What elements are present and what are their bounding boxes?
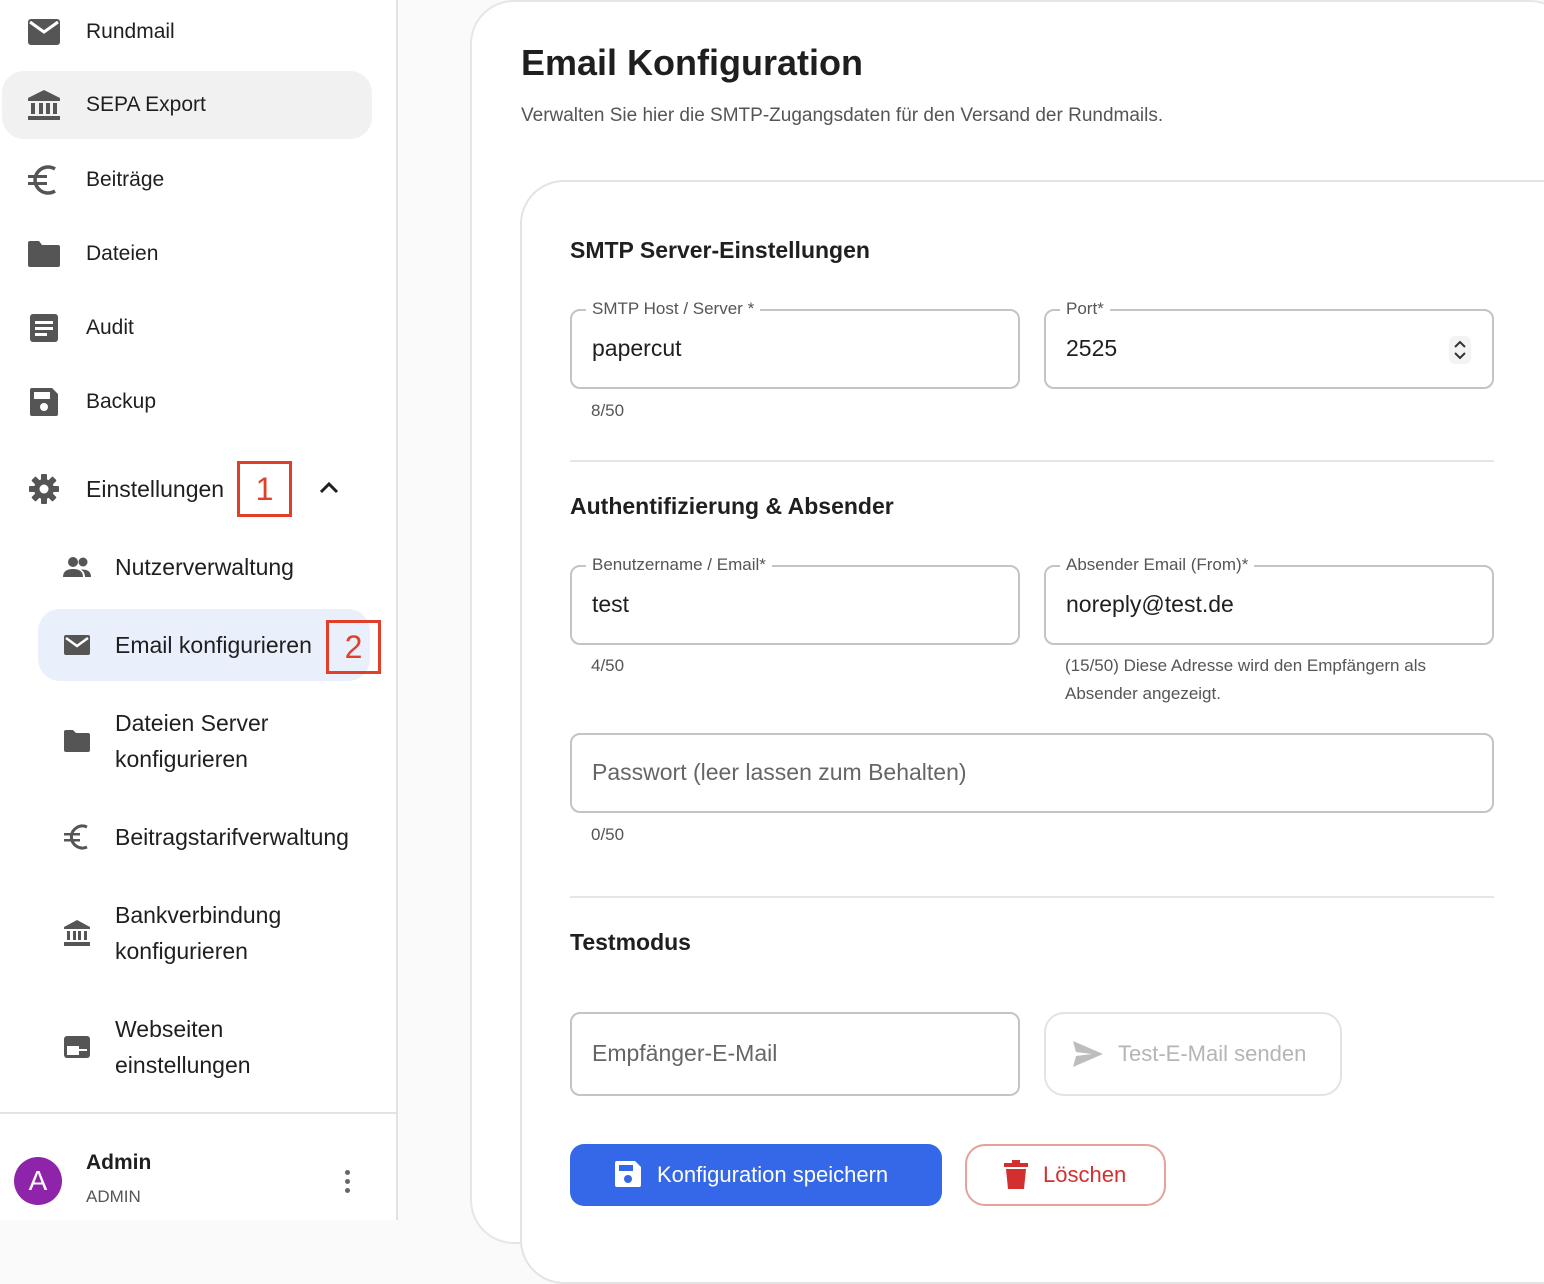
sidebar-item-label: Audit — [86, 316, 134, 339]
sidebar-item-nutzerverwaltung[interactable]: Nutzerverwaltung — [38, 531, 370, 603]
sidebar-item-sepa-export[interactable]: SEPA Export — [2, 71, 372, 139]
delete-button[interactable]: Löschen — [965, 1144, 1166, 1206]
save-configuration-button[interactable]: Konfiguration speichern — [570, 1144, 942, 1206]
field-value: test — [592, 591, 630, 617]
folder-icon — [60, 724, 94, 758]
sidebar-divider — [0, 1112, 396, 1114]
from-email-hint: (15/50) Diese Adresse wird den Empfänger… — [1065, 656, 1426, 703]
sidebar-item-backup[interactable]: Backup — [2, 368, 372, 436]
euro-icon — [60, 820, 94, 854]
button-label: Konfiguration speichern — [657, 1162, 889, 1187]
gear-icon — [24, 469, 64, 509]
sidebar-item-beitraege[interactable]: Beiträge — [2, 146, 372, 214]
username-field[interactable]: Benutzername / Email* test — [570, 554, 1020, 645]
sidebar-item-rundmail[interactable]: Rundmail — [2, 0, 372, 64]
sidebar-item-label: Dateien — [86, 242, 159, 265]
sidebar-item-label: Beiträge — [86, 168, 165, 191]
section-title-test: Testmodus — [570, 929, 691, 955]
sidebar-item-label: Email konfigurieren — [115, 632, 312, 658]
sidebar-item-email-konfigurieren[interactable]: Email konfigurieren — [38, 609, 370, 681]
mail-icon — [60, 628, 94, 662]
sidebar-item-bankverbindung[interactable]: Bankverbindung konfigurieren — [38, 896, 370, 970]
save-icon — [614, 1160, 642, 1193]
smtp-host-field[interactable]: SMTP Host / Server * papercut — [570, 298, 1020, 389]
send-icon — [1072, 1040, 1104, 1073]
mail-icon — [24, 12, 64, 52]
people-icon — [60, 550, 94, 584]
page-title: Email Konfiguration — [521, 42, 863, 83]
sidebar-item-label: Bankverbindung konfigurieren — [115, 902, 282, 964]
field-placeholder: Empfänger-E-Mail — [592, 1040, 778, 1066]
annotation-marker-2: 2 — [326, 620, 381, 674]
field-value: noreply@test.de — [1066, 591, 1234, 617]
port-field[interactable]: Port* 2525 — [1044, 298, 1494, 389]
avatar[interactable]: A — [14, 1157, 62, 1205]
sidebar-item-audit[interactable]: Audit — [2, 294, 372, 362]
sidebar-item-label: Einstellungen — [86, 475, 225, 502]
sidebar-item-dateien-server[interactable]: Dateien Server konfigurieren — [38, 704, 370, 778]
sidebar-item-label: Backup — [86, 390, 157, 413]
password-field[interactable]: Passwort (leer lassen zum Behalten) — [570, 733, 1494, 813]
host-char-counter: 8/50 — [591, 401, 625, 420]
sidebar: Rundmail SEPA Export Beiträge Dateien Au… — [0, 0, 398, 1220]
field-label: SMTP Host / Server * — [586, 298, 761, 320]
trash-icon — [1003, 1160, 1029, 1195]
sidebar-item-label: Beitragstarifverwaltung — [115, 824, 349, 850]
send-test-email-button[interactable]: Test-E-Mail senden — [1044, 1012, 1342, 1096]
web-icon — [60, 1030, 94, 1064]
sidebar-item-einstellungen[interactable]: Einstellungen — [2, 455, 372, 523]
annotation-marker-1: 1 — [237, 461, 292, 517]
euro-icon — [24, 160, 64, 200]
test-recipient-field[interactable]: Empfänger-E-Mail — [570, 1012, 1020, 1096]
spinner-arrows-icon[interactable] — [1448, 335, 1472, 365]
field-placeholder: Passwort (leer lassen zum Behalten) — [592, 759, 967, 785]
user-name: Admin — [86, 1151, 152, 1174]
section-divider — [570, 460, 1494, 462]
user-role: ADMIN — [86, 1187, 141, 1206]
sidebar-item-label: Dateien Server konfigurieren — [115, 710, 269, 772]
field-value: 2525 — [1066, 335, 1118, 361]
document-icon — [24, 308, 64, 348]
password-char-counter: 0/50 — [591, 825, 625, 844]
section-title-smtp: SMTP Server-Einstellungen — [570, 237, 870, 263]
page-subtitle: Verwalten Sie hier die SMTP-Zugangsdaten… — [521, 105, 1164, 126]
field-value: papercut — [592, 335, 682, 361]
button-label: Löschen — [1043, 1162, 1127, 1187]
sidebar-item-webseiten-einstellungen[interactable]: Webseiten einstellungen — [38, 1010, 370, 1084]
save-icon — [24, 382, 64, 422]
from-email-field[interactable]: Absender Email (From)* noreply@test.de — [1044, 554, 1494, 645]
section-divider — [570, 896, 1494, 898]
bank-icon — [60, 916, 94, 950]
field-label: Benutzername / Email* — [586, 554, 772, 576]
field-label: Port* — [1060, 298, 1110, 320]
field-label: Absender Email (From)* — [1060, 554, 1255, 576]
section-title-auth: Authentifizierung & Absender — [570, 493, 894, 519]
username-char-counter: 4/50 — [591, 656, 625, 675]
folder-icon — [24, 234, 64, 274]
bank-icon — [24, 85, 64, 125]
more-vert-icon[interactable] — [334, 1166, 360, 1196]
sidebar-item-beitragstarifverwaltung[interactable]: Beitragstarifverwaltung — [38, 801, 370, 873]
sidebar-item-dateien[interactable]: Dateien — [2, 220, 372, 288]
sidebar-item-label: SEPA Export — [86, 93, 206, 116]
sidebar-item-label: Webseiten einstellungen — [115, 1016, 251, 1078]
chevron-up-icon[interactable] — [318, 479, 340, 500]
button-label: Test-E-Mail senden — [1118, 1041, 1307, 1066]
sidebar-item-label: Rundmail — [86, 20, 175, 43]
sidebar-item-label: Nutzerverwaltung — [115, 554, 294, 580]
